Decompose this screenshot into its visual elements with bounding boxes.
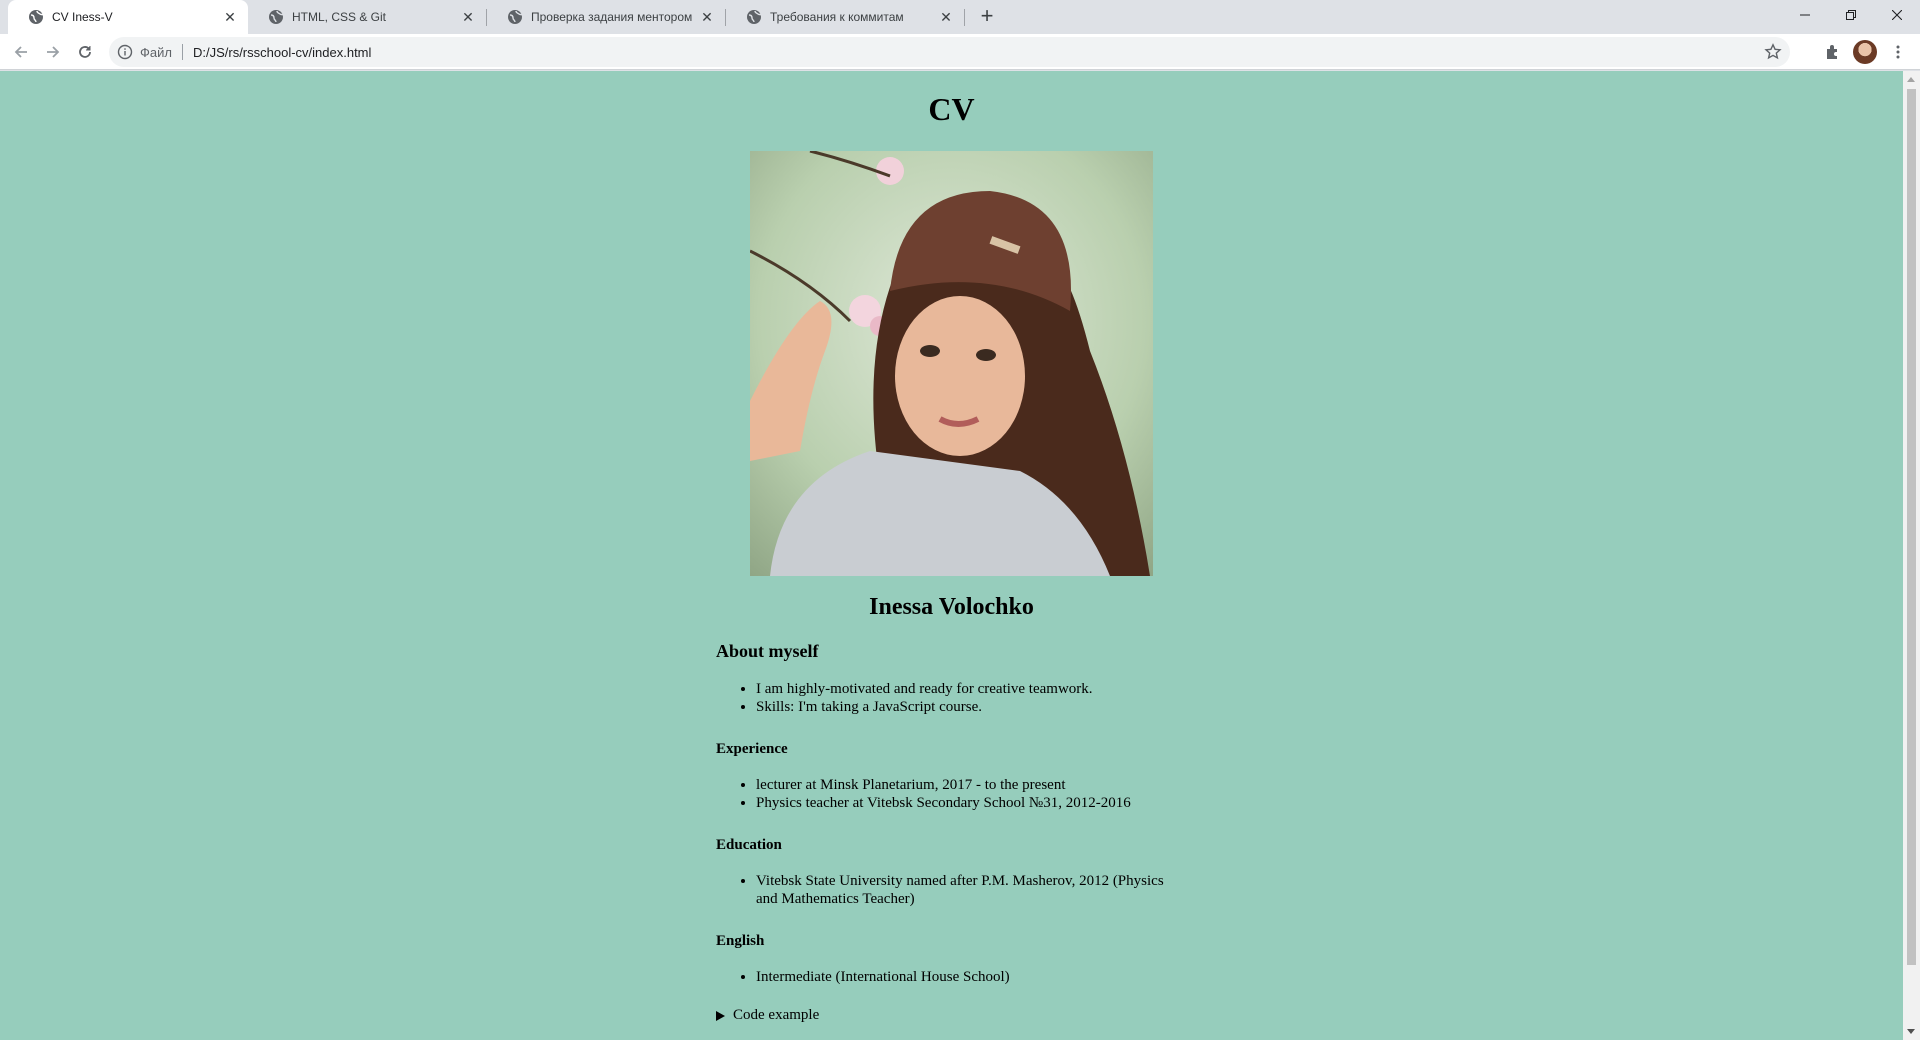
close-tab-icon[interactable]: ✕ xyxy=(222,9,238,25)
minimize-button[interactable] xyxy=(1782,0,1828,30)
url-text[interactable]: D:/JS/rs/rsschool-cv/index.html xyxy=(193,45,371,60)
restore-icon xyxy=(1846,10,1856,20)
profile-photo xyxy=(750,151,1153,576)
reload-icon xyxy=(79,46,91,58)
address-bar[interactable]: Файл D:/JS/rs/rsschool-cv/index.html xyxy=(109,37,1790,67)
experience-section: Experience lecturer at Minsk Planetarium… xyxy=(716,741,1196,812)
education-list: Vitebsk State University named after P.M… xyxy=(756,872,1166,908)
page-title: CV xyxy=(928,91,975,127)
tab-title: Требования к коммитам xyxy=(770,10,904,24)
list-item: Skills: I'm taking a JavaScript course. xyxy=(756,698,1196,716)
browser-toolbar: Файл D:/JS/rs/rsschool-cv/index.html xyxy=(0,34,1920,70)
list-item: Intermediate (International House School… xyxy=(756,968,1196,986)
tab-strip: CV Iness-V ✕ HTML, CSS & Git ✕ Проверка … xyxy=(0,0,1920,34)
experience-heading: Experience xyxy=(716,741,788,757)
minimize-icon xyxy=(1800,14,1810,16)
back-button[interactable] xyxy=(9,40,33,64)
close-tab-icon[interactable]: ✕ xyxy=(460,9,476,25)
info-icon[interactable] xyxy=(117,44,133,60)
tab-separator xyxy=(964,9,965,26)
tab-commit-requirements[interactable]: Требования к коммитам ✕ xyxy=(726,0,964,34)
tab-mentor-check[interactable]: Проверка задания ментором ✕ xyxy=(487,0,725,34)
globe-icon xyxy=(269,10,284,24)
list-item: Vitebsk State University named after P.M… xyxy=(756,872,1166,908)
scroll-up-arrow[interactable] xyxy=(1907,77,1915,82)
tab-title: CV Iness-V xyxy=(52,10,113,24)
about-section: About myself I am highly-motivated and r… xyxy=(716,641,1196,716)
scroll-thumb[interactable] xyxy=(1907,89,1916,965)
english-heading: English xyxy=(716,933,765,949)
list-item: Physics teacher at Vitebsk Secondary Sch… xyxy=(756,794,1196,812)
experience-list: lecturer at Minsk Planetarium, 2017 - to… xyxy=(756,776,1196,812)
new-tab-button[interactable]: + xyxy=(975,5,999,29)
portrait-image xyxy=(750,151,1153,576)
globe-icon xyxy=(508,10,523,24)
about-heading: About myself xyxy=(716,641,819,661)
education-heading: Education xyxy=(716,837,782,853)
scroll-down-arrow[interactable] xyxy=(1907,1029,1915,1034)
tab-title: Проверка задания ментором xyxy=(531,10,693,24)
disclosure-triangle-icon xyxy=(716,1010,725,1021)
close-tab-icon[interactable]: ✕ xyxy=(938,9,954,25)
page-viewport: CV Inessa Volochko About myself • I am h… xyxy=(0,71,1903,1040)
code-example-label: Code example xyxy=(733,1007,820,1023)
english-section: English Intermediate (International Hous… xyxy=(716,933,1196,986)
tab-cv[interactable]: CV Iness-V ✕ xyxy=(8,0,248,34)
tab-html-css-git[interactable]: HTML, CSS & Git ✕ xyxy=(248,0,486,34)
kebab-menu-icon xyxy=(1896,45,1900,59)
list-item: lecturer at Minsk Planetarium, 2017 - to… xyxy=(756,776,1196,794)
forward-button[interactable] xyxy=(41,40,65,64)
arrow-left-icon xyxy=(14,46,27,58)
english-list: Intermediate (International House School… xyxy=(756,968,1196,986)
menu-button[interactable] xyxy=(1886,40,1910,64)
close-tab-icon[interactable]: ✕ xyxy=(699,9,715,25)
url-divider xyxy=(181,44,183,60)
globe-icon xyxy=(747,10,762,24)
tab-title: HTML, CSS & Git xyxy=(292,10,387,24)
about-list: I am highly-motivated and ready for crea… xyxy=(756,680,1196,716)
puzzle-icon xyxy=(1827,45,1837,59)
restore-button[interactable] xyxy=(1828,0,1874,30)
reload-button[interactable] xyxy=(73,40,97,64)
globe-icon xyxy=(29,10,44,24)
close-window-button[interactable] xyxy=(1874,0,1920,30)
code-example-toggle[interactable]: Code example xyxy=(716,1007,819,1024)
extensions-button[interactable] xyxy=(1821,40,1845,64)
page-scrollbar[interactable] xyxy=(1903,71,1920,1040)
url-scheme-label: Файл xyxy=(140,44,172,60)
list-item: I am highly-motivated and ready for crea… xyxy=(756,680,1196,698)
education-section: Education Vitebsk State University named… xyxy=(716,837,1196,908)
person-name: Inessa Volochko xyxy=(869,594,1034,620)
bookmark-star-icon[interactable] xyxy=(1764,43,1782,61)
close-icon xyxy=(1892,10,1902,20)
profile-avatar[interactable] xyxy=(1853,40,1877,64)
arrow-right-icon xyxy=(47,46,60,58)
